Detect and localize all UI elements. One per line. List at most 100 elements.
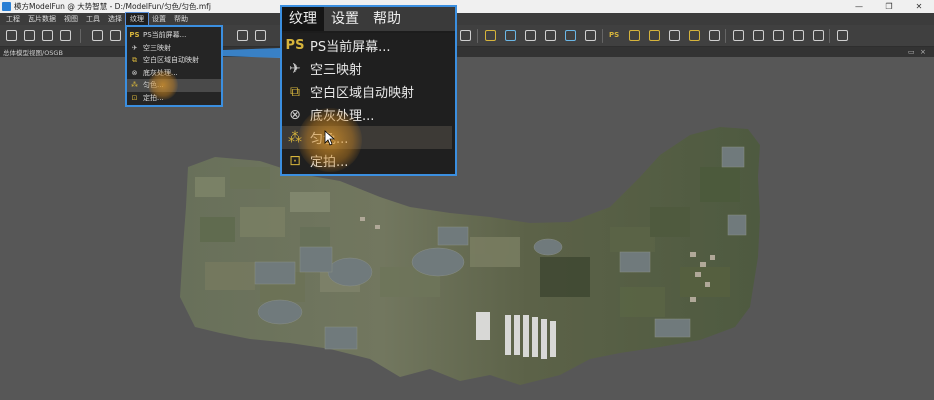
view-icon[interactable] (110, 30, 121, 41)
menu-tile-data[interactable]: 瓦片数据 (24, 13, 60, 25)
menu-tools[interactable]: 工具 (82, 13, 104, 25)
zoom-menu-settings[interactable]: 设置 (324, 7, 366, 31)
menu-item-label: 空白区域自动映射 (310, 86, 415, 101)
app-logo-icon (2, 2, 11, 11)
zoom-item-gray-process[interactable]: ⊗ 底灰处理... (282, 103, 455, 126)
gray-process-icon: ⊗ (289, 106, 301, 123)
color-balance-icon[interactable] (689, 30, 700, 41)
gray-process-icon: ⊗ (131, 68, 138, 77)
close-window-button[interactable]: ✕ (904, 0, 934, 13)
open-file-icon[interactable] (24, 30, 35, 41)
window-title: 模方ModelFun @ 大势智慧 - D:/ModelFun/匀色/匀色.mf… (14, 2, 211, 11)
zoom-item-auto-map[interactable]: ⧉ 空白区域自动映射 (282, 80, 455, 103)
pond (299, 246, 333, 273)
toolbar-separator (829, 29, 830, 43)
menu-item-label: 定拍... (143, 93, 164, 102)
zoomed-menu-list: PS PS当前屏幕... ✈ 空三映射 ⧉ 空白区域自动映射 ⊗ 底灰处理...… (282, 33, 455, 174)
ps-icon: PS (129, 31, 140, 40)
fixed-shot-icon: ⊡ (131, 93, 138, 102)
menu-item-label: PS当前屏幕... (310, 40, 391, 55)
lasso-select-icon[interactable] (505, 30, 516, 41)
oblique-model-render (180, 127, 760, 385)
pattern-icon[interactable] (813, 30, 824, 41)
zoomed-menu-callout: 纹理 设置 帮助 PS PS当前屏幕... ✈ 空三映射 ⧉ 空白区域自动映射 … (280, 5, 457, 176)
menu-item-label: PS当前屏幕... (143, 31, 187, 40)
menu-item-color-balance[interactable]: ⁂ 匀色... (127, 79, 221, 92)
gray-process-icon[interactable] (669, 30, 680, 41)
menu-select[interactable]: 选择 (104, 13, 126, 25)
zoom-menu-texture[interactable]: 纹理 (282, 7, 324, 31)
zoom-item-fixed-shot[interactable]: ⊡ 定拍... (282, 149, 455, 172)
color-balance-icon: ⁂ (288, 129, 302, 146)
layers-icon[interactable] (773, 30, 784, 41)
close-project-icon[interactable] (60, 30, 71, 41)
menu-view[interactable]: 视图 (60, 13, 82, 25)
color-balance-icon: ⁂ (131, 81, 138, 90)
ps-icon[interactable]: PS (609, 30, 620, 41)
model-viewport[interactable] (0, 57, 934, 400)
zoom-item-color-balance[interactable]: ⁂ 匀色... (282, 126, 452, 149)
ps-icon: PS (285, 38, 305, 53)
export-icon[interactable] (837, 30, 848, 41)
title-bar: 模方ModelFun @ 大势智慧 - D:/ModelFun/匀色/匀色.mf… (0, 0, 934, 13)
viewport-close-button[interactable]: × (920, 47, 926, 57)
pointer-select-icon[interactable] (525, 30, 536, 41)
restore-button[interactable]: ❐ (874, 0, 904, 13)
menu-item-gray-process[interactable]: ⊗ 底灰处理... (127, 67, 221, 80)
viewport-title: 总体模型视图/OSGB (3, 49, 63, 57)
fixed-shot-icon[interactable] (709, 30, 720, 41)
menu-item-label: 底灰处理... (143, 68, 178, 77)
chart-icon[interactable] (733, 30, 744, 41)
menu-item-fixed-shot[interactable]: ⊡ 定拍... (127, 92, 221, 105)
auto-map-icon[interactable] (649, 30, 660, 41)
pond (257, 299, 303, 325)
aerial-mapping-icon: ✈ (131, 43, 138, 52)
zoom-menu-help[interactable]: 帮助 (366, 7, 408, 31)
pond (533, 238, 563, 256)
home-icon[interactable] (545, 30, 556, 41)
zoom-item-ps-screen[interactable]: PS PS当前屏幕... (282, 34, 455, 57)
menu-settings[interactable]: 设置 (148, 13, 170, 25)
toolbar-separator (477, 29, 478, 43)
pond (327, 257, 373, 287)
settings-icon[interactable] (753, 30, 764, 41)
save-icon[interactable] (42, 30, 53, 41)
toolbar-separator (725, 29, 726, 43)
menu-item-label: 空白区域自动映射 (143, 56, 199, 65)
image-icon[interactable] (237, 30, 248, 41)
auto-map-icon: ⧉ (132, 55, 137, 64)
undock-button[interactable]: ▭ (908, 47, 915, 57)
crop-icon[interactable] (793, 30, 804, 41)
menu-item-label: 空三映射 (143, 43, 171, 52)
pond (324, 326, 358, 350)
mouse-cursor-icon (324, 130, 336, 146)
pond (654, 318, 691, 338)
menu-texture[interactable]: 纹理 (125, 12, 149, 26)
new-file-icon[interactable] (6, 30, 17, 41)
move-icon[interactable] (565, 30, 576, 41)
menu-item-label: 底灰处理... (310, 109, 375, 124)
zoomed-menu-bar: 纹理 设置 帮助 (282, 7, 455, 31)
menu-item-label: 定拍... (310, 155, 349, 170)
toolbar-separator (602, 29, 603, 43)
menu-item-ps-screen[interactable]: PS PS当前屏幕... (127, 29, 221, 42)
toolbar-separator (80, 29, 81, 43)
clip-icon[interactable] (585, 30, 596, 41)
menu-item-aerial-mapping[interactable]: ✈ 空三映射 (127, 42, 221, 55)
menu-help[interactable]: 帮助 (170, 13, 192, 25)
box-select-icon[interactable] (485, 30, 496, 41)
menu-project[interactable]: 工程 (2, 13, 24, 25)
aerial-mapping-icon: ✈ (289, 60, 301, 77)
menu-bar: 工程 瓦片数据 视图 工具 选择 纹理 设置 帮助 (0, 12, 934, 26)
stop-icon[interactable] (92, 30, 103, 41)
building-icon[interactable] (255, 30, 266, 41)
camera-icon[interactable] (460, 30, 471, 41)
aerial-mapping-icon[interactable] (629, 30, 640, 41)
pond (727, 214, 747, 236)
auto-map-icon: ⧉ (290, 83, 300, 100)
menu-item-auto-map[interactable]: ⧉ 空白区域自动映射 (127, 54, 221, 67)
zoom-item-aerial-mapping[interactable]: ✈ 空三映射 (282, 57, 455, 80)
menu-item-label: 匀色... (143, 81, 164, 90)
minimize-button[interactable]: — (844, 0, 874, 13)
pond (437, 226, 469, 246)
